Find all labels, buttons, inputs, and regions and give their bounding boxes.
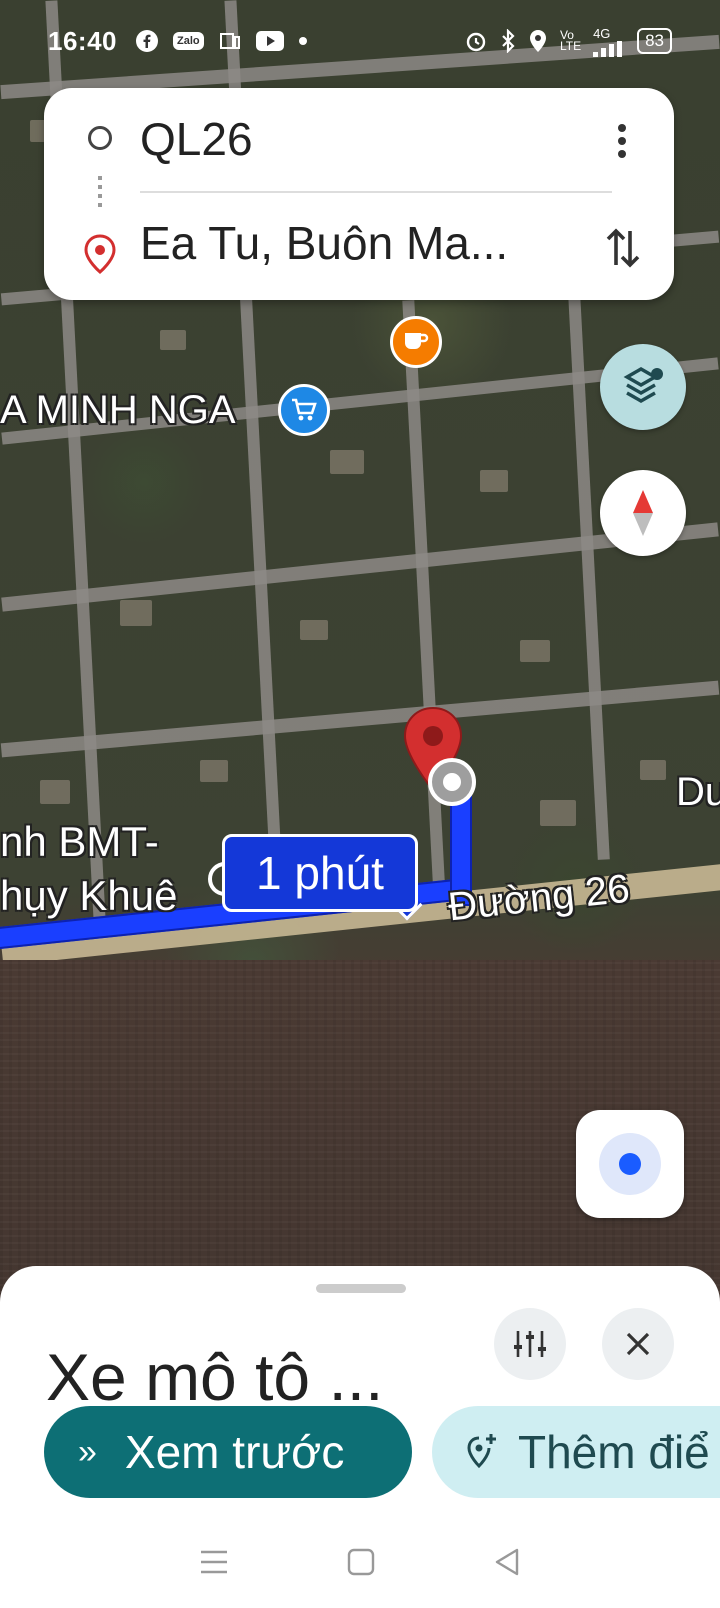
home-square-icon[interactable] <box>347 1548 375 1581</box>
current-stop-marker <box>428 758 476 806</box>
layers-icon <box>623 367 663 403</box>
map-layers-button[interactable] <box>600 344 686 430</box>
system-nav-bar <box>0 1520 720 1608</box>
close-directions-button[interactable] <box>602 1308 674 1380</box>
place-label-line2[interactable]: hụy Khuê <box>0 872 177 920</box>
shop-poi[interactable] <box>278 384 330 436</box>
destination-pin-icon <box>84 234 116 279</box>
origin-field[interactable]: QL26 <box>140 112 253 166</box>
double-chevron-icon: » <box>78 1432 97 1471</box>
news-icon <box>218 30 242 52</box>
add-stop-button-label: Thêm điể <box>518 1426 710 1478</box>
tune-icon <box>514 1331 546 1357</box>
menu-icon[interactable] <box>199 1549 229 1580</box>
dot-icon <box>298 36 308 46</box>
volte-icon: Vo LTE <box>559 28 582 53</box>
alarm-icon <box>464 29 488 53</box>
route-duration-badge[interactable]: 1 phút <box>222 834 418 912</box>
compass-icon <box>633 490 653 536</box>
signal-icon: 4G <box>593 26 625 57</box>
route-card: QL26 Ea Tu, Buôn Ma... <box>44 88 674 300</box>
coffee-icon <box>405 333 429 349</box>
bluetooth-icon <box>500 29 516 53</box>
more-options-button[interactable] <box>602 116 642 166</box>
zalo-icon: Zalo <box>173 32 204 50</box>
travel-mode-title: Xe mô tô ... <box>46 1340 384 1410</box>
swap-vert-icon <box>606 228 640 268</box>
battery-indicator: 83 <box>637 28 672 54</box>
route-divider <box>140 191 612 193</box>
facebook-icon <box>135 29 159 53</box>
route-options-button[interactable] <box>494 1308 566 1380</box>
youtube-icon <box>255 31 284 51</box>
place-label-line1[interactable]: nh BMT- <box>0 818 159 866</box>
more-vert-icon <box>618 124 626 158</box>
location-icon <box>528 29 548 53</box>
add-location-icon <box>467 1434 496 1469</box>
add-stop-button[interactable]: Thêm điể <box>432 1406 720 1498</box>
network-type: 4G <box>593 25 611 41</box>
edge-map-label: Du <box>676 770 720 814</box>
my-location-button[interactable] <box>576 1110 684 1218</box>
close-icon <box>626 1332 650 1356</box>
route-dots-connector <box>98 176 102 210</box>
status-time: 16:40 <box>48 25 117 56</box>
cart-icon <box>292 398 317 421</box>
preview-button-label: Xem trước <box>124 1426 345 1478</box>
preview-button[interactable]: » Xem trước <box>44 1406 412 1498</box>
compass-button[interactable] <box>600 470 686 556</box>
swap-route-button[interactable] <box>598 218 648 278</box>
status-bar: 16:40 Zalo Vo LTE 4G 83 <box>0 0 720 82</box>
back-triangle-icon[interactable] <box>493 1547 521 1582</box>
cafe-poi[interactable] <box>390 316 442 368</box>
sheet-drag-handle[interactable] <box>316 1284 406 1293</box>
store-label[interactable]: A MINH NGA <box>0 388 236 433</box>
destination-field[interactable]: Ea Tu, Buôn Ma... <box>140 216 620 270</box>
my-location-icon <box>599 1133 661 1195</box>
origin-circle-icon <box>88 126 112 150</box>
